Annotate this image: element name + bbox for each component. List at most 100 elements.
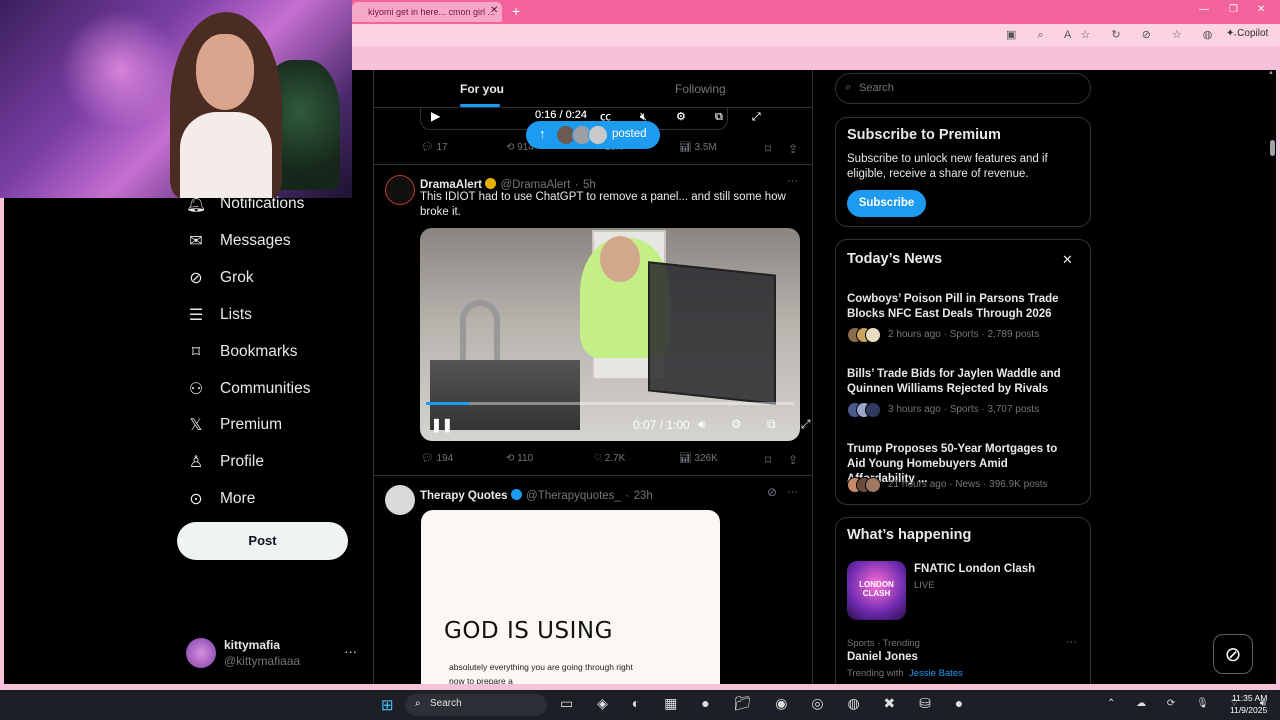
copilot-button[interactable]: ✦ Copilot xyxy=(1226,28,1268,39)
bookmark-icon[interactable]: ⌑ xyxy=(765,453,771,467)
divider xyxy=(374,164,812,165)
nav-item-notifications[interactable]: 🔔︎ Notifications xyxy=(186,189,304,219)
author-handle[interactable]: @Therapyquotes_ xyxy=(526,490,621,502)
avatar[interactable] xyxy=(385,175,415,205)
account-name[interactable]: kittymafia xyxy=(224,638,280,652)
video-control-icons[interactable]: ㏄ 🔇︎ ⚙ ⧉ ⤢ xyxy=(600,108,774,124)
reply-button[interactable]: 💬︎ 17 xyxy=(421,142,448,153)
tab-close-icon[interactable]: ✕ xyxy=(490,5,498,16)
bookmark-icon: ⌑ xyxy=(191,344,201,361)
trend-with-link[interactable]: Jessie Bates xyxy=(909,668,963,679)
post-button[interactable]: Post xyxy=(177,522,348,560)
reply-count: 17 xyxy=(436,142,448,153)
nav-item-messages[interactable]: ✉ Messages xyxy=(186,226,291,256)
event-thumbnail-text: LONDON CLASH xyxy=(859,580,894,598)
premium-body: Subscribe to unlock new features and if … xyxy=(847,153,1048,180)
clock-date[interactable]: 11/9/2025 xyxy=(1230,705,1267,715)
subscribe-button[interactable]: Subscribe xyxy=(847,190,926,217)
avatar-stack xyxy=(847,477,883,493)
streamer-body xyxy=(180,112,272,198)
more-icon[interactable]: ··· xyxy=(787,175,798,187)
nav-item-lists[interactable]: ☰ Lists xyxy=(186,300,252,330)
search-icon: ⌕ xyxy=(415,698,421,709)
browser-tab[interactable]: kiyomi get in here... cmon girl ... xyxy=(352,2,502,22)
frame-border xyxy=(1276,70,1280,688)
video-progress-fill xyxy=(426,402,469,405)
tweet-image[interactable] xyxy=(421,510,720,684)
tweet-time[interactable]: 23h xyxy=(634,490,653,502)
nav-item-profile[interactable]: ♙ Profile xyxy=(186,447,264,477)
avatar xyxy=(865,402,881,418)
news-meta: 21 hours ago · News · 396.9K posts xyxy=(888,479,1048,490)
scroll-up-icon[interactable]: ▲ xyxy=(1268,70,1274,76)
bookmark-icon[interactable]: ⌑ xyxy=(765,142,771,156)
trend-category: Sports · Trending xyxy=(847,638,920,649)
share-icon[interactable]: ⇪ xyxy=(788,453,798,467)
nav-item-premium[interactable]: 𝕏 Premium xyxy=(186,410,282,440)
repost-button[interactable]: ⟲ 110 xyxy=(506,453,533,464)
grok-icon: ⊘ xyxy=(189,270,203,287)
close-icon[interactable]: ✕ xyxy=(1062,252,1073,268)
divider xyxy=(374,475,812,476)
trend-name[interactable]: Daniel Jones xyxy=(847,651,918,663)
account-more-icon[interactable]: ··· xyxy=(344,644,357,659)
communities-icon: ⚇ xyxy=(188,381,204,398)
tab-following[interactable]: Following xyxy=(675,82,726,96)
video-time: 0:16 / 0:24 xyxy=(535,109,587,121)
views-button[interactable]: 📊︎ 326K xyxy=(679,453,718,464)
nav-item-bookmarks[interactable]: ⌑ Bookmarks xyxy=(186,337,298,367)
copilot-label: Copilot xyxy=(1237,28,1269,39)
more-icon[interactable]: ··· xyxy=(787,486,798,498)
nav-item-communities[interactable]: ⚇ Communities xyxy=(186,374,311,404)
news-headline[interactable]: Cowboys’ Poison Pill in Parsons Trade Bl… xyxy=(847,292,1077,322)
active-tab-indicator xyxy=(460,104,500,107)
close-window-button[interactable]: ✕ xyxy=(1257,4,1265,15)
like-button[interactable]: ♡ 2.7K xyxy=(593,453,625,464)
video-progress-track[interactable] xyxy=(426,402,794,405)
browser-frame-strip xyxy=(352,46,1280,70)
tab-for-you[interactable]: For you xyxy=(460,82,504,96)
video-control-icons[interactable]: 🔊︎ ⚙ ⧉ ⤢ xyxy=(698,417,822,432)
arrow-up-icon: ↑ xyxy=(539,126,546,141)
trend-with-label: Trending with xyxy=(847,668,904,679)
views-button[interactable]: 📊︎ 3.5M xyxy=(679,142,717,153)
windows-start-icon[interactable]: ⊞ xyxy=(381,696,394,714)
grok-fab-icon[interactable]: ⊘ xyxy=(1213,634,1253,674)
video-scene-glass-panel xyxy=(648,261,776,405)
event-status: LIVE xyxy=(914,580,935,591)
reply-button[interactable]: 💬︎ 194 xyxy=(421,453,453,464)
taskbar-search-label: Search xyxy=(430,698,462,709)
pause-icon[interactable]: ❚❚ xyxy=(431,417,453,433)
grok-icon[interactable]: ⊘ xyxy=(767,485,777,499)
nav-item-label: Grok xyxy=(220,269,254,286)
nav-item-label: Bookmarks xyxy=(220,343,298,360)
repost-count: 110 xyxy=(517,453,534,464)
author-name[interactable]: Therapy Quotes xyxy=(420,490,508,502)
event-name[interactable]: FNATIC London Clash xyxy=(914,563,1035,575)
share-icon[interactable]: ⇪ xyxy=(788,142,798,156)
nav-item-label: Profile xyxy=(220,453,264,470)
news-headline[interactable]: Bills’ Trade Bids for Jaylen Waddle and … xyxy=(847,367,1077,397)
nav-item-more[interactable]: ⊙ More xyxy=(186,484,255,514)
play-icon[interactable]: ▶ xyxy=(431,109,440,123)
taskbar-search[interactable] xyxy=(405,694,547,716)
new-tab-button[interactable]: + xyxy=(512,3,520,19)
nav-item-grok[interactable]: ⊘ Grok xyxy=(186,263,254,293)
nav-item-label: Messages xyxy=(220,232,291,249)
maximize-button[interactable]: ❐ xyxy=(1229,4,1238,15)
scrollbar[interactable] xyxy=(1268,70,1276,684)
scrollbar-thumb[interactable] xyxy=(1270,140,1275,156)
toolbar-icons[interactable]: ▣ ⌕ A☆ ↻ ⊘ ☆ ◍ ⋯ xyxy=(1006,28,1253,42)
nav-item-label: Lists xyxy=(220,306,252,323)
more-icon[interactable]: ··· xyxy=(1066,636,1077,648)
bell-icon: 🔔︎ xyxy=(186,196,207,213)
taskbar-app-icons[interactable]: ▭ ◈ ◐ ▦ ● 📁︎ ◉ ◎ ◍ ✖ ⛁ ● xyxy=(560,695,973,712)
clock-time[interactable]: 11:35 AM xyxy=(1232,693,1267,703)
nav-item-label: Premium xyxy=(220,416,283,433)
avatar[interactable] xyxy=(385,485,415,515)
avatar-stack xyxy=(847,327,883,343)
news-meta: 3 hours ago · Sports · 3,707 posts xyxy=(888,404,1040,415)
search-icon: ⌕ xyxy=(845,81,852,93)
minimize-button[interactable]: — xyxy=(1199,4,1209,15)
avatar[interactable] xyxy=(186,638,216,668)
